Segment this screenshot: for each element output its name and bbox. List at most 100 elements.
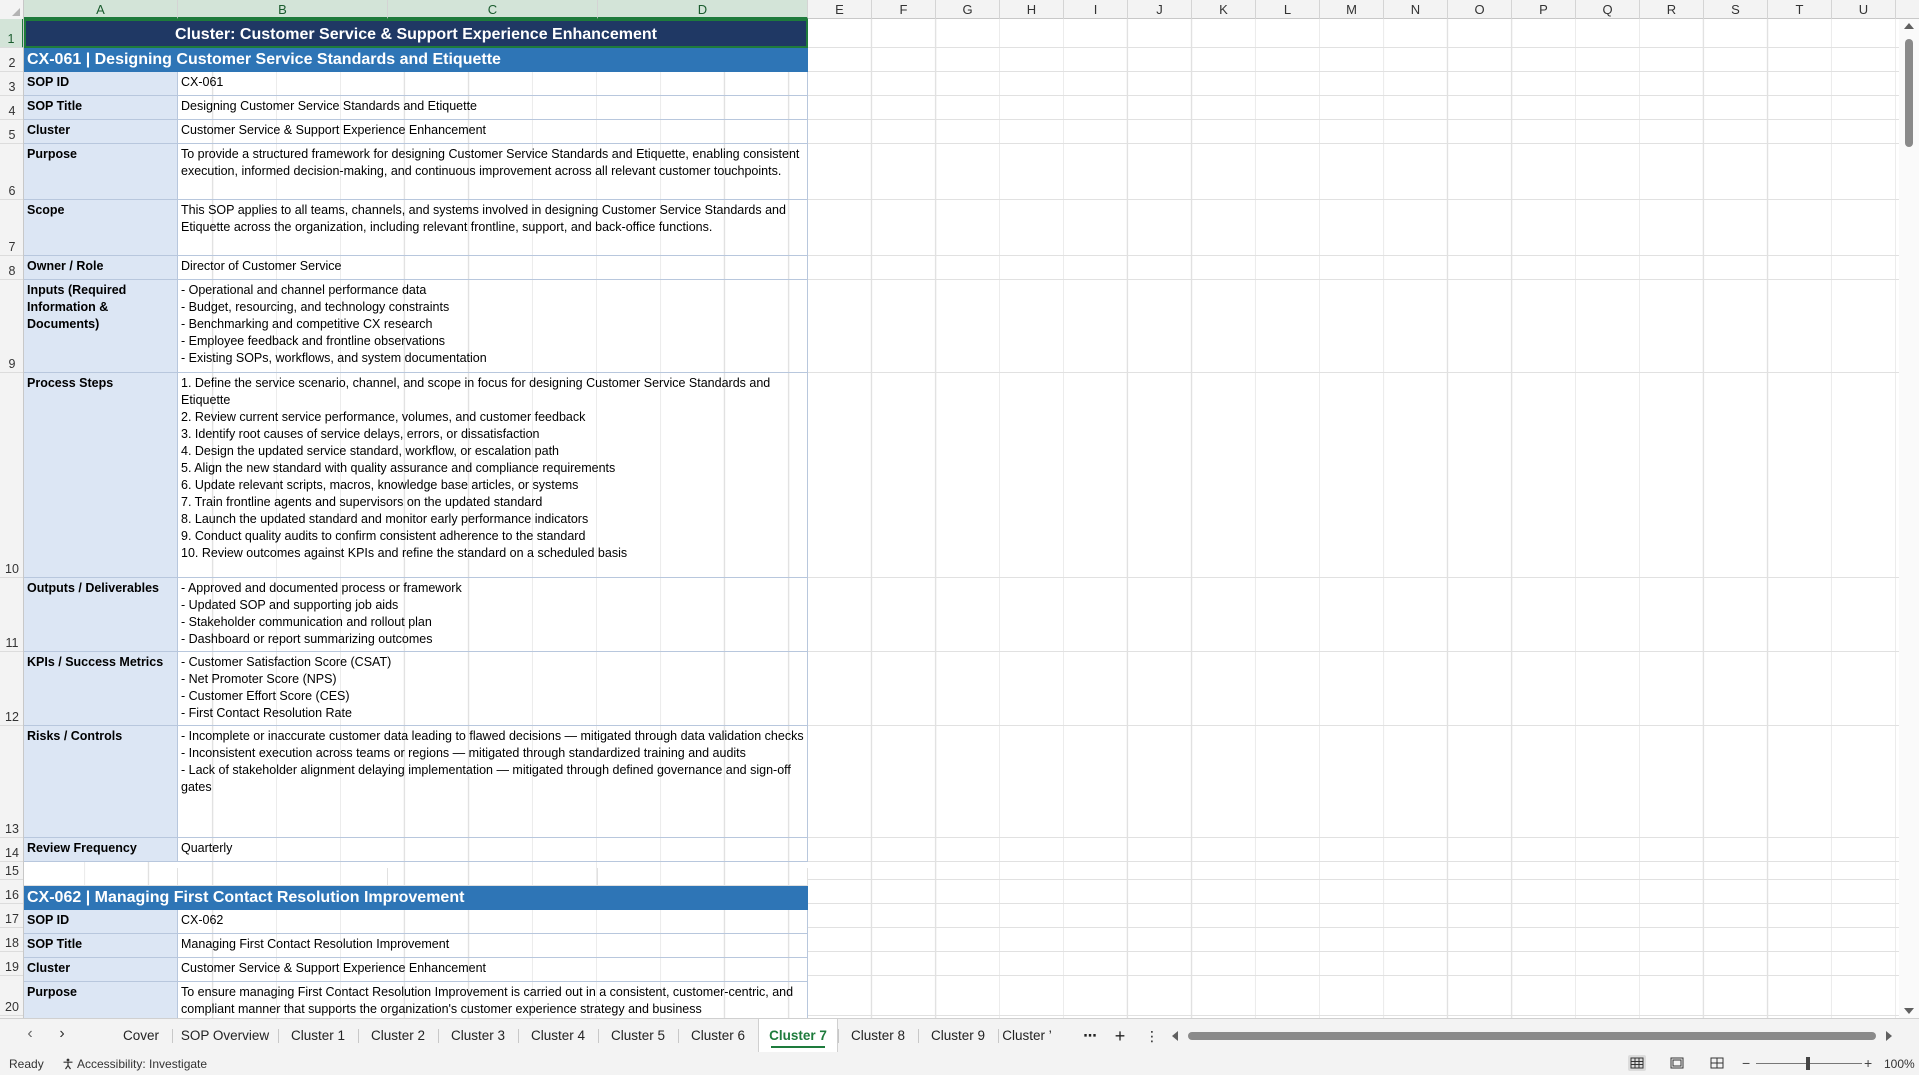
column-header-l[interactable]: L: [1256, 0, 1320, 19]
field-label-cell[interactable]: SOP Title: [24, 96, 178, 120]
normal-view-button[interactable]: [1628, 1055, 1646, 1071]
zoom-out-icon[interactable]: −: [1742, 1055, 1750, 1071]
sop-header-cx061[interactable]: CX-061 | Designing Customer Service Stan…: [24, 48, 808, 72]
sheet-tab-cluster-7[interactable]: Cluster 7: [758, 1019, 838, 1053]
field-label-cell[interactable]: Scope: [24, 200, 178, 256]
row-header-12[interactable]: 12: [0, 652, 23, 726]
column-header-j[interactable]: J: [1128, 0, 1192, 19]
scroll-down-arrow-icon[interactable]: [1904, 1008, 1914, 1014]
horizontal-scrollbar[interactable]: [1172, 1030, 1892, 1042]
row-header-1[interactable]: 1: [0, 19, 23, 48]
next-sheet-arrow-icon[interactable]: ›: [52, 1025, 72, 1043]
column-header-b[interactable]: B: [178, 0, 388, 19]
row-header-9[interactable]: 9: [0, 280, 23, 373]
row-header-16[interactable]: 16: [0, 880, 23, 904]
field-value-cell[interactable]: - Customer Satisfaction Score (CSAT) - N…: [178, 652, 808, 726]
field-value-cell[interactable]: - Approved and documented process or fra…: [178, 578, 808, 652]
column-header-c[interactable]: C: [388, 0, 598, 19]
scroll-right-arrow-icon[interactable]: [1886, 1031, 1892, 1041]
field-label-cell[interactable]: SOP ID: [24, 910, 178, 934]
field-value-cell[interactable]: Customer Service & Support Experience En…: [178, 120, 808, 144]
field-label-cell[interactable]: Owner / Role: [24, 256, 178, 280]
accessibility-status[interactable]: Accessibility: Investigate: [62, 1057, 207, 1071]
vertical-scrollbar[interactable]: [1899, 19, 1919, 1018]
row-header-13[interactable]: 13: [0, 726, 23, 838]
row-header-2[interactable]: 2: [0, 48, 23, 72]
field-value-cell[interactable]: CX-062: [178, 910, 808, 934]
sheet-tab-cluster-8[interactable]: Cluster 8: [838, 1019, 918, 1053]
field-label-cell[interactable]: SOP ID: [24, 72, 178, 96]
page-layout-view-button[interactable]: [1668, 1055, 1686, 1071]
column-header-f[interactable]: F: [872, 0, 936, 19]
scroll-up-arrow-icon[interactable]: [1904, 23, 1914, 29]
column-header-i[interactable]: I: [1064, 0, 1128, 19]
field-value-cell[interactable]: To provide a structured framework for de…: [178, 144, 808, 200]
column-header-m[interactable]: M: [1320, 0, 1384, 19]
field-value-cell[interactable]: 1. Define the service scenario, channel,…: [178, 373, 808, 578]
cluster-title-cell[interactable]: Cluster: Customer Service & Support Expe…: [24, 19, 808, 48]
column-header-g[interactable]: G: [936, 0, 1000, 19]
vertical-scroll-thumb[interactable]: [1905, 39, 1913, 147]
column-header-s[interactable]: S: [1704, 0, 1768, 19]
row-header-7[interactable]: 7: [0, 200, 23, 256]
row-header-4[interactable]: 4: [0, 96, 23, 120]
field-label-cell[interactable]: Inputs (Required Information & Documents…: [24, 280, 178, 373]
row-header-3[interactable]: 3: [0, 72, 23, 96]
row-header-17[interactable]: 17: [0, 904, 23, 928]
field-value-cell[interactable]: To ensure managing First Contact Resolut…: [178, 982, 808, 1018]
column-header-h[interactable]: H: [1000, 0, 1064, 19]
row-header-8[interactable]: 8: [0, 256, 23, 280]
field-label-cell[interactable]: Cluster: [24, 958, 178, 982]
more-sheets-icon[interactable]: ⋯: [1076, 1019, 1104, 1053]
column-header-n[interactable]: N: [1384, 0, 1448, 19]
field-value-cell[interactable]: CX-061: [178, 72, 808, 96]
field-value-cell[interactable]: Managing First Contact Resolution Improv…: [178, 934, 808, 958]
sheet-tab-cluster-2[interactable]: Cluster 2: [358, 1019, 438, 1053]
page-break-view-button[interactable]: [1708, 1055, 1726, 1071]
field-label-cell[interactable]: Purpose: [24, 982, 178, 1018]
row-header-14[interactable]: 14: [0, 838, 23, 862]
field-label-cell[interactable]: Process Steps: [24, 373, 178, 578]
row-header-10[interactable]: 10: [0, 373, 23, 578]
field-label-cell[interactable]: SOP Title: [24, 934, 178, 958]
row-header-5[interactable]: 5: [0, 120, 23, 144]
sheet-tab-cluster-[interactable]: Cluster ’: [998, 1019, 1056, 1053]
field-value-cell[interactable]: Director of Customer Service: [178, 256, 808, 280]
field-value-cell[interactable]: This SOP applies to all teams, channels,…: [178, 200, 808, 256]
scroll-left-arrow-icon[interactable]: [1172, 1031, 1178, 1041]
sheet-tab-cluster-4[interactable]: Cluster 4: [518, 1019, 598, 1053]
field-value-cell[interactable]: Designing Customer Service Standards and…: [178, 96, 808, 120]
worksheet-grid[interactable]: Cluster: Customer Service & Support Expe…: [24, 19, 1899, 1018]
field-label-cell[interactable]: Outputs / Deliverables: [24, 578, 178, 652]
column-header-q[interactable]: Q: [1576, 0, 1640, 19]
column-header-u[interactable]: U: [1832, 0, 1896, 19]
zoom-slider-thumb[interactable]: [1806, 1057, 1810, 1070]
row-header-19[interactable]: 19: [0, 952, 23, 976]
horizontal-scroll-thumb[interactable]: [1188, 1032, 1876, 1040]
sheet-tab-cluster-1[interactable]: Cluster 1: [278, 1019, 358, 1053]
add-sheet-icon[interactable]: +: [1106, 1019, 1134, 1053]
field-value-cell[interactable]: Quarterly: [178, 838, 808, 862]
row-header-11[interactable]: 11: [0, 578, 23, 652]
column-header-o[interactable]: O: [1448, 0, 1512, 19]
column-header-t[interactable]: T: [1768, 0, 1832, 19]
field-value-cell[interactable]: - Operational and channel performance da…: [178, 280, 808, 373]
row-header-15[interactable]: 15: [0, 862, 23, 880]
zoom-level[interactable]: 100%: [1884, 1057, 1915, 1071]
column-header-p[interactable]: P: [1512, 0, 1576, 19]
field-label-cell[interactable]: Review Frequency: [24, 838, 178, 862]
field-label-cell[interactable]: Risks / Controls: [24, 726, 178, 838]
column-header-e[interactable]: E: [808, 0, 872, 19]
field-label-cell[interactable]: Cluster: [24, 120, 178, 144]
sop-header-cx062[interactable]: CX-062 | Managing First Contact Resoluti…: [24, 886, 808, 910]
zoom-in-icon[interactable]: +: [1864, 1055, 1872, 1071]
row-header-18[interactable]: 18: [0, 928, 23, 952]
column-header-k[interactable]: K: [1192, 0, 1256, 19]
sheet-tab-cluster-3[interactable]: Cluster 3: [438, 1019, 518, 1053]
row-header-20[interactable]: 20: [0, 976, 23, 1016]
sheet-tab-cluster-5[interactable]: Cluster 5: [598, 1019, 678, 1053]
select-all-corner[interactable]: [0, 0, 24, 19]
column-header-a[interactable]: A: [24, 0, 178, 19]
column-header-d[interactable]: D: [598, 0, 808, 19]
sheet-tab-sop-overview[interactable]: SOP Overview: [172, 1019, 278, 1053]
